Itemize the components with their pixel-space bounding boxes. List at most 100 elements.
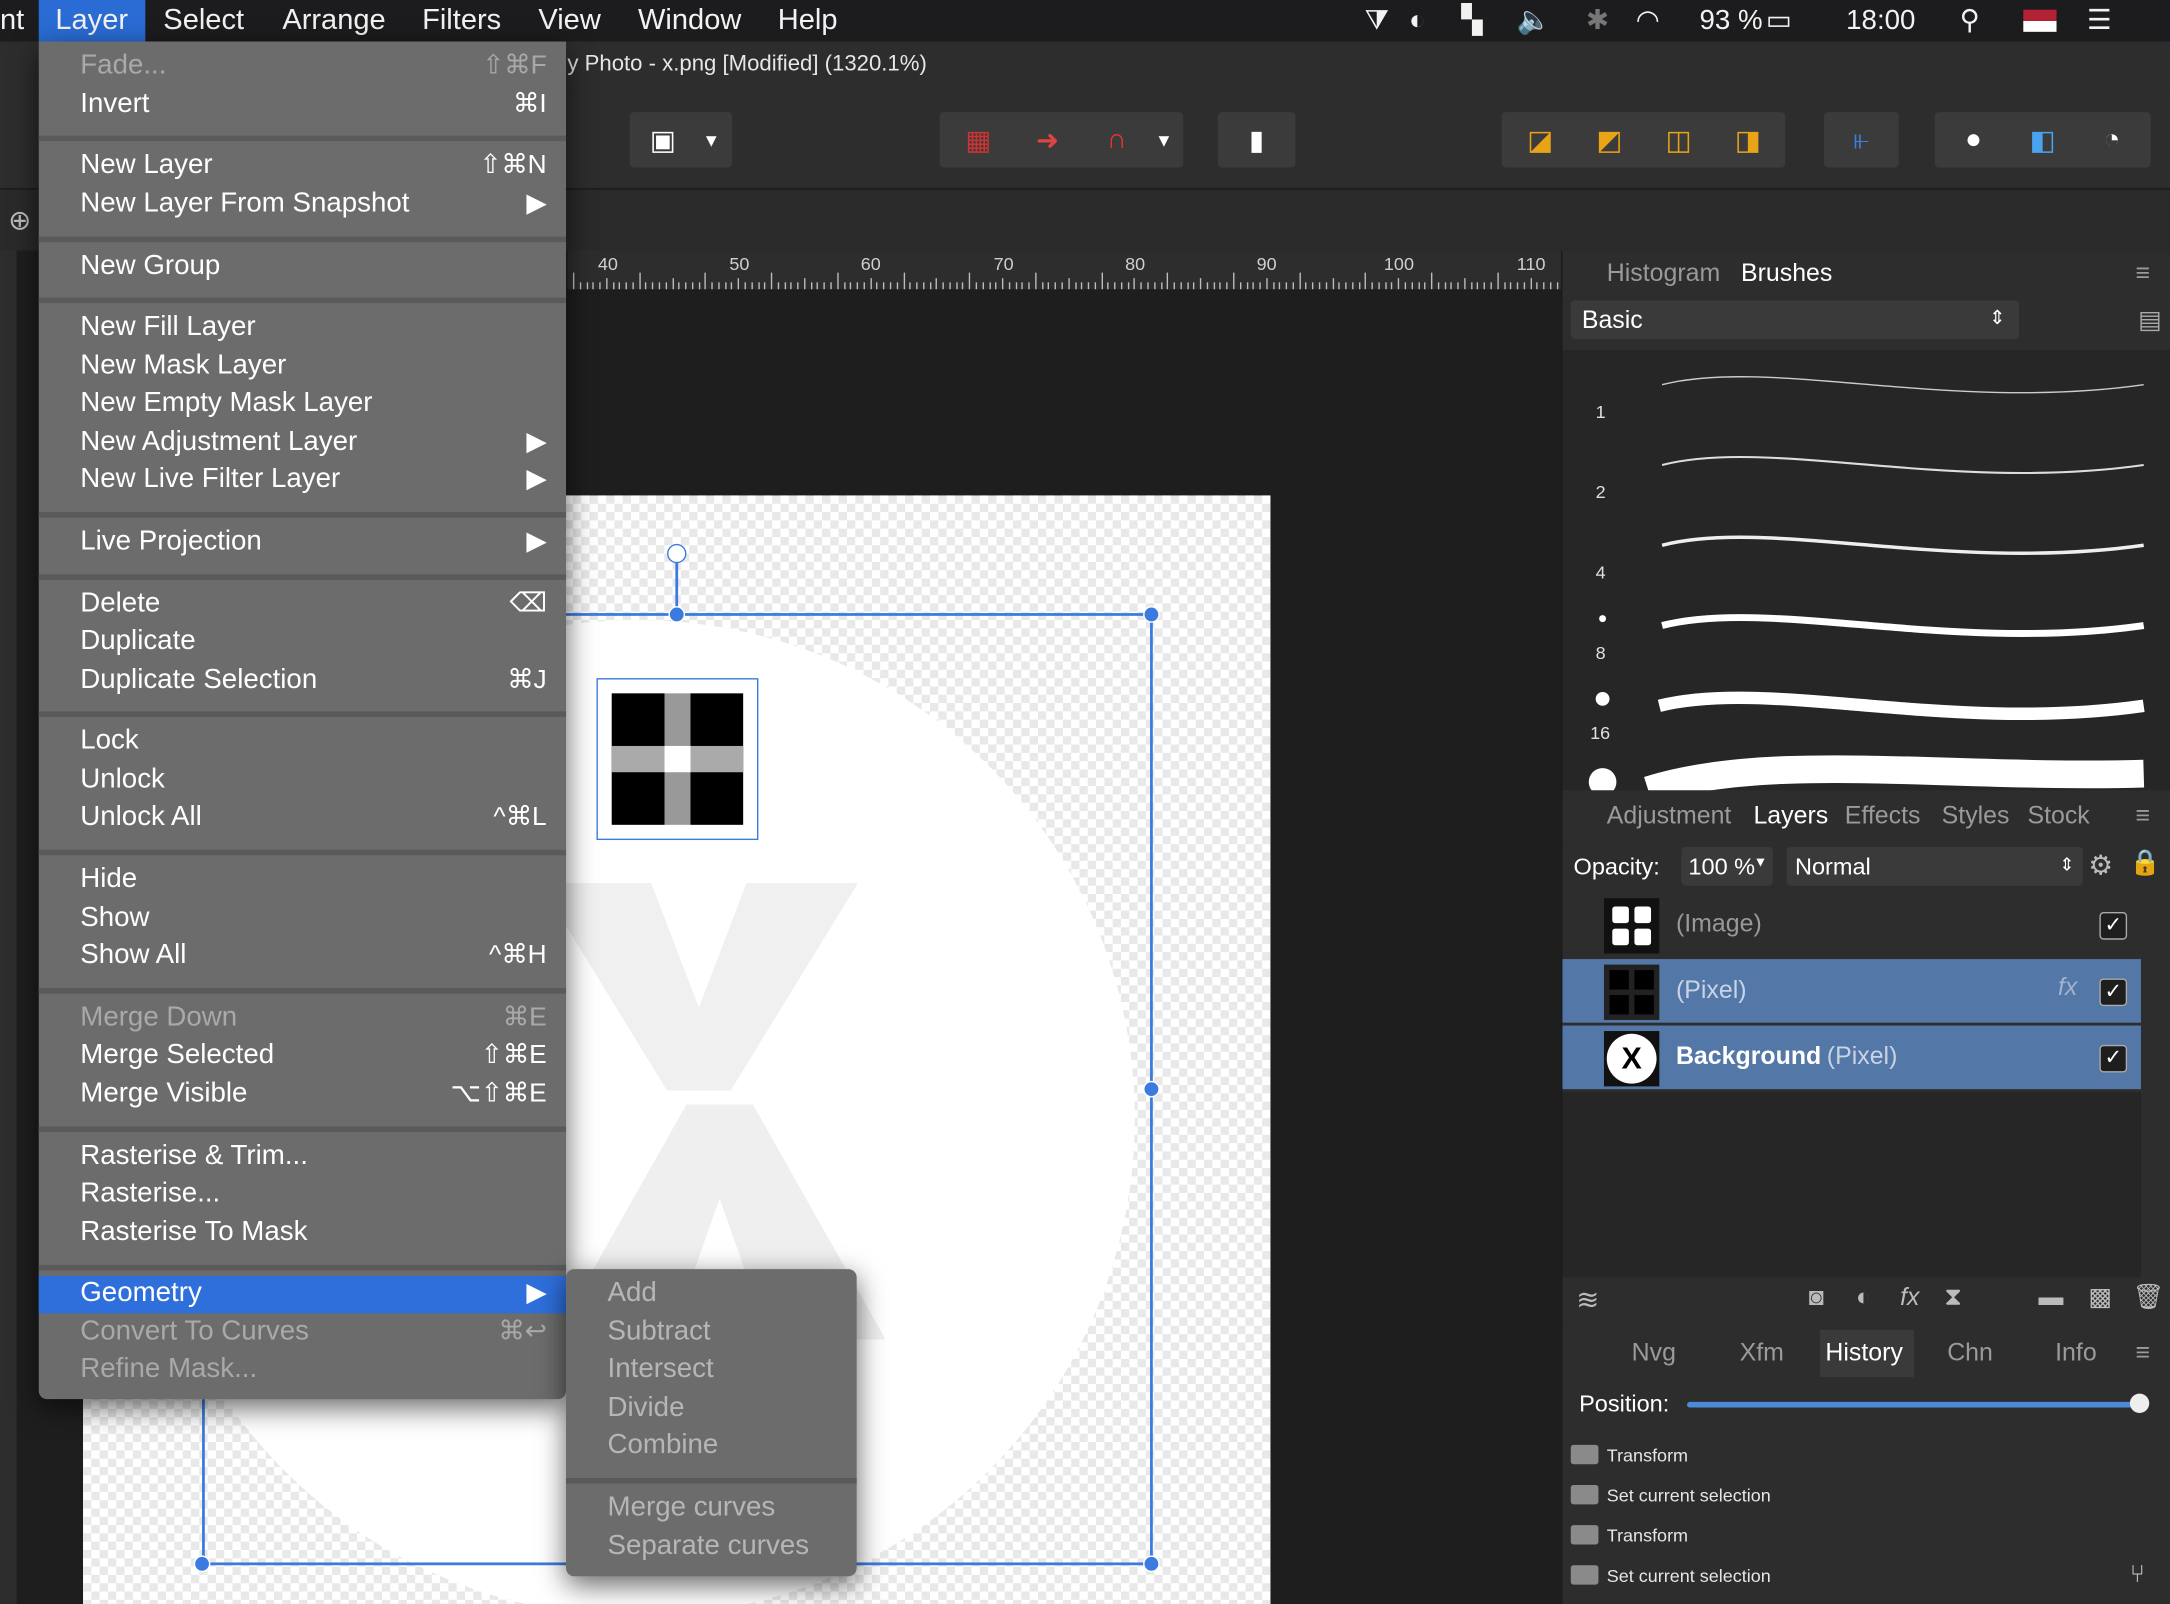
gear-icon[interactable]: ⚙ (2088, 848, 2113, 883)
tab-channels[interactable]: Chn (1947, 1338, 1993, 1367)
menu-item-delete[interactable]: Delete ⌫ (39, 587, 566, 624)
menu-item-show-all[interactable]: Show All ^⌘H (39, 938, 566, 975)
move-forward-one-icon[interactable]: ◫ (1645, 112, 1711, 167)
move-to-front-icon[interactable]: ◨ (1715, 112, 1781, 167)
menu-item-hide[interactable]: Hide (39, 862, 566, 899)
grid-icon[interactable]: ▦ (945, 112, 1011, 167)
menu-item-rasterise-trim[interactable]: Rasterise & Trim... (39, 1139, 566, 1176)
slider-thumb[interactable] (2129, 1393, 2150, 1413)
transform-handle-bottom-left[interactable] (193, 1555, 211, 1573)
wifi-icon[interactable]: ◠ (1636, 0, 1660, 42)
menu-item-merge-visible[interactable]: Merge Visible ⌥⇧⌘E (39, 1077, 566, 1114)
menu-item-new-empty-mask-layer[interactable]: New Empty Mask Layer (39, 386, 566, 423)
layer-visibility-checkbox[interactable]: ✓ (2099, 978, 2128, 1007)
tab-histogram[interactable]: Histogram (1607, 259, 1721, 288)
chevron-down-icon[interactable]: ▼ (1147, 112, 1180, 167)
move-to-back-icon[interactable]: ◪ (1507, 112, 1573, 167)
align-arrow-icon[interactable]: ➜ (1014, 112, 1080, 167)
history-entry[interactable]: Set current selection ⑂ (1562, 1557, 2170, 1596)
menu-view[interactable]: View (538, 0, 600, 42)
adjustment-icon[interactable]: ◐ (1856, 1283, 1871, 1312)
layer-visibility-checkbox[interactable]: ✓ (2099, 1044, 2128, 1073)
menu-arrange[interactable]: Arrange (282, 0, 385, 42)
layer-visibility-checkbox[interactable]: ✓ (2099, 912, 2128, 940)
menu-item-rasterise-to-mask[interactable]: Rasterise To Mask (39, 1215, 566, 1252)
menu-item-show[interactable]: Show (39, 901, 566, 938)
battery-percent[interactable]: 93 % (1699, 0, 1762, 42)
menu-item-new-group[interactable]: New Group (39, 249, 566, 286)
align-button[interactable]: ⫦ (1824, 112, 1899, 168)
menu-item-lock[interactable]: Lock (39, 724, 566, 761)
brush-list[interactable]: 1 2 4 8 16 (1562, 350, 2170, 791)
menu-item-new-layer-from-snapshot[interactable]: New Layer From Snapshot ▶ (39, 187, 566, 224)
clock[interactable]: 18:00 (1846, 0, 1915, 42)
shape-selector-button[interactable]: ▣ ▼ (629, 112, 733, 168)
transform-handle-bottom-right[interactable] (1143, 1555, 1160, 1573)
branch-icon[interactable]: ⑂ (2130, 1560, 2145, 1589)
tab-transform[interactable]: Xfm (1740, 1338, 1784, 1367)
menu-item-new-layer[interactable]: New Layer ⇧⌘N (39, 148, 566, 185)
tab-adjustment[interactable]: Adjustment (1607, 801, 1732, 830)
panel-menu-icon[interactable]: ≡ (2135, 1338, 2150, 1367)
tab-navigator[interactable]: Nvg (1632, 1338, 1676, 1367)
layers-stack-icon[interactable]: ≋ (1576, 1283, 1599, 1318)
move-back-one-icon[interactable]: ◩ (1576, 112, 1642, 167)
pixel-layer-preview[interactable] (596, 678, 759, 841)
menu-item-duplicate[interactable]: Duplicate (39, 624, 566, 661)
rotation-handle[interactable] (667, 543, 687, 564)
volume-icon[interactable]: 🔈 (1517, 0, 1551, 42)
tab-info[interactable]: Info (2055, 1338, 2097, 1367)
layer-row-image[interactable]: (Image) ✓ (1562, 893, 2140, 957)
geometry-subtract-icon[interactable]: ◧ (2009, 112, 2075, 167)
quick-mask-button[interactable]: ▮ (1217, 112, 1296, 168)
menu-filters[interactable]: Filters (422, 0, 501, 42)
geometry-intersect-icon[interactable]: ◔ (2079, 112, 2145, 167)
fx-icon[interactable]: fx (1900, 1283, 1919, 1312)
menu-item-new-fill-layer[interactable]: New Fill Layer (39, 310, 566, 347)
menu-item-live-projection[interactable]: Live Projection ▶ (39, 525, 566, 562)
spotlight-search-icon[interactable]: ⚲ (1960, 0, 1980, 42)
tab-history[interactable]: History (1825, 1338, 1903, 1367)
menu-item-new-live-filter-layer[interactable]: New Live Filter Layer ▶ (39, 462, 566, 499)
history-position-slider[interactable] (1687, 1401, 2139, 1408)
mask-icon[interactable]: ◙ (1809, 1283, 1824, 1312)
menu-item-new-adjustment-layer[interactable]: New Adjustment Layer ▶ (39, 425, 566, 462)
panel-menu-icon[interactable]: ≡ (2135, 259, 2150, 288)
tab-styles[interactable]: Styles (1942, 801, 2010, 830)
transform-handle-top[interactable] (668, 606, 686, 623)
magnet-icon[interactable]: ∩ (1084, 112, 1150, 167)
menu-item-rasterise[interactable]: Rasterise... (39, 1176, 566, 1213)
menu-item-new-mask-layer[interactable]: New Mask Layer (39, 349, 566, 386)
menu-item-unlock[interactable]: Unlock (39, 763, 566, 800)
layer-row-pixel[interactable]: (Pixel) fx ✓ (1562, 959, 2141, 1023)
menu-item-invert[interactable]: Invert ⌘I (39, 87, 566, 124)
list-view-icon[interactable]: ▤ (2138, 306, 2162, 335)
bluetooth-icon[interactable]: ✱ (1586, 0, 1609, 42)
tab-brushes[interactable]: Brushes (1741, 259, 1832, 288)
menu-help[interactable]: Help (778, 0, 838, 42)
tab-stock[interactable]: Stock (2027, 801, 2089, 830)
tab-effects[interactable]: Effects (1845, 801, 1921, 830)
us-flag-icon[interactable] (2023, 9, 2057, 32)
tab-layers[interactable]: Layers (1753, 801, 1828, 830)
layer-row-background[interactable]: X Background (Pixel) ✓ (1562, 1025, 2141, 1090)
live-filter-icon[interactable]: ⧗ (1944, 1283, 1961, 1312)
panel-menu-icon[interactable]: ≡ (2135, 801, 2150, 830)
battery-icon[interactable]: ▭ (1766, 0, 1792, 42)
lock-icon[interactable]: 🔒 (2130, 848, 2161, 877)
menu-item-geometry[interactable]: Geometry ▶ (38, 1275, 567, 1314)
menu-item-merge-selected[interactable]: Merge Selected ⇧⌘E (39, 1038, 566, 1075)
app-status-icon[interactable]: ⧩ (1365, 0, 1390, 42)
menu-item-unlock-all[interactable]: Unlock All ^⌘L (39, 800, 566, 837)
menu-layer[interactable]: Layer (38, 0, 145, 42)
brush-category-select[interactable]: Basic ⇕ (1570, 300, 2020, 340)
history-entry[interactable]: Transform (1562, 1517, 2170, 1556)
layout-icon[interactable]: ▚ (1461, 0, 1482, 42)
menu-window[interactable]: Window (638, 0, 741, 42)
crosshair-icon[interactable]: ⊕ (8, 203, 31, 238)
transform-handle-top-right[interactable] (1143, 606, 1160, 623)
menu-select[interactable]: Select (163, 0, 244, 42)
blend-mode-select[interactable]: Normal ⇕ (1786, 846, 2083, 886)
history-entry[interactable]: Transform (1562, 1437, 2170, 1476)
contrast-icon[interactable]: ◐ (1409, 0, 1426, 42)
